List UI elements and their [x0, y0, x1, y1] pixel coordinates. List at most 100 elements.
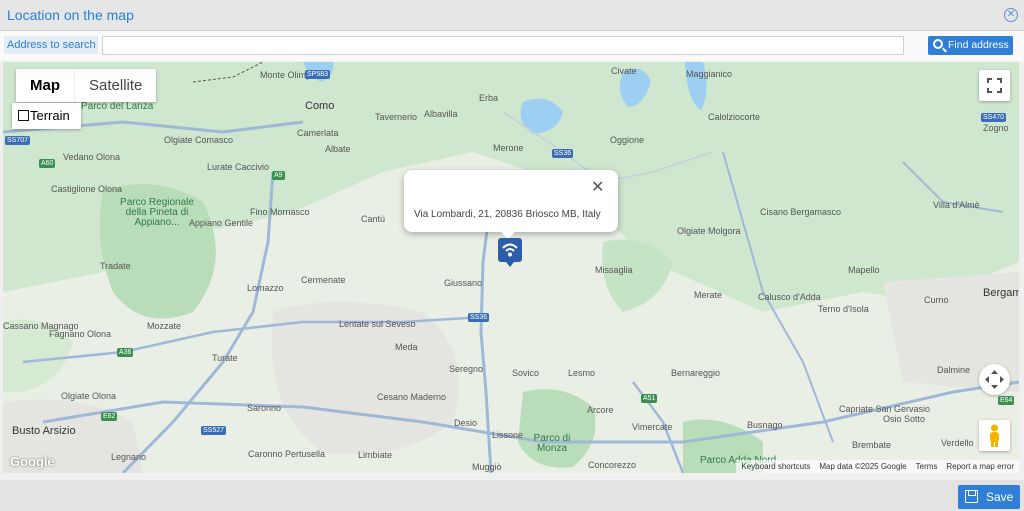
- place-label: Osio Sotto: [883, 414, 926, 424]
- find-address-button[interactable]: Find address: [928, 36, 1013, 55]
- road-shield: E62: [101, 412, 118, 421]
- place-label: Olgiate Olona: [61, 391, 117, 401]
- place-label: Muggiò: [472, 462, 502, 472]
- search-icon: [933, 39, 943, 49]
- place-label: Cermenate: [301, 275, 346, 285]
- place-label: Caronno Pertusella: [248, 449, 326, 459]
- terms-link[interactable]: Terms: [916, 460, 938, 473]
- save-label: Save: [986, 490, 1014, 504]
- address-search-input[interactable]: [102, 36, 904, 55]
- map-data-text: Map data ©2025 Google: [819, 462, 907, 471]
- wifi-marker-icon: [502, 243, 518, 257]
- place-label: Saronno: [247, 403, 282, 413]
- fullscreen-button[interactable]: [979, 70, 1010, 101]
- place-label: Lesmo: [568, 368, 596, 378]
- place-label: Vimercate: [632, 422, 673, 432]
- place-label: Cesano Maderno: [377, 392, 447, 402]
- dialog-title: Location on the map: [7, 7, 134, 23]
- place-label: Tavernerio: [375, 112, 418, 122]
- place-label: Maggianico: [686, 69, 733, 79]
- place-label: Brembate: [852, 440, 892, 450]
- place-label: Calusco d'Adda: [758, 292, 821, 302]
- place-label: Mapello: [848, 265, 880, 275]
- place-label: Arcore: [587, 405, 614, 415]
- place-label: Missaglia: [595, 265, 633, 275]
- map-canvas[interactable]: Como Erba Civate Maggianico Albavilla Ta…: [3, 62, 1019, 473]
- place-label: Fino Mornasco: [250, 207, 310, 217]
- dialog-titlebar: Location on the map ✕: [0, 0, 1024, 31]
- place-label: Fagnano Olona: [49, 329, 112, 339]
- place-label: Como: [305, 100, 335, 112]
- place-label: Zogno: [983, 123, 1009, 133]
- terrain-checkbox[interactable]: Terrain: [12, 103, 81, 129]
- location-marker[interactable]: [498, 238, 522, 267]
- save-button[interactable]: Save: [958, 485, 1020, 509]
- place-label: Merate: [694, 290, 723, 300]
- road-shield: SS36: [552, 149, 574, 158]
- terrain-label: Terrain: [30, 108, 70, 123]
- location-dialog: Location on the map ✕ Address to search …: [0, 0, 1024, 511]
- road-shield: SS527: [201, 426, 227, 435]
- road-shield: A51: [641, 394, 658, 403]
- place-label: Albavilla: [424, 109, 458, 119]
- park-label: Parco Regionale della Pineta di Appiano.…: [120, 197, 194, 228]
- place-label: Giussano: [444, 278, 483, 288]
- place-label: Lentate sul Seveso: [339, 319, 416, 329]
- place-label: Busto Arsizio: [12, 425, 76, 437]
- place-label: Olgiate Molgora: [677, 226, 741, 236]
- place-label: Verdello: [941, 438, 974, 448]
- info-window: ✕ Via Lombardi, 21, 20836 Briosco MB, It…: [404, 170, 618, 239]
- google-logo: Google: [10, 454, 55, 469]
- place-label: Erba: [479, 93, 499, 103]
- park-label: Parco di Monza: [533, 433, 571, 454]
- info-window-address: Via Lombardi, 21, 20836 Briosco MB, Ital…: [414, 209, 601, 220]
- keyboard-shortcuts-link[interactable]: Keyboard shortcuts: [741, 460, 810, 473]
- floppy-disk-icon: [965, 490, 978, 503]
- road-shield: A9: [272, 171, 285, 180]
- dialog-footer: [0, 480, 1024, 511]
- place-label: Bergamo: [983, 287, 1019, 299]
- place-label: Bernareggio: [671, 368, 721, 378]
- place-label: Cisano Bergamasco: [760, 207, 842, 217]
- place-label: Desio: [454, 418, 478, 428]
- place-label: Castiglione Olona: [51, 184, 123, 194]
- place-label: Busnago: [747, 420, 783, 430]
- place-label: Lurate Caccivio: [207, 162, 270, 172]
- search-label: Address to search: [4, 36, 98, 54]
- road-shield: SS707: [5, 136, 31, 145]
- road-shield: A60: [39, 159, 56, 168]
- place-label: Capriate San Gervasio: [839, 404, 931, 414]
- find-address-label: Find address: [948, 39, 1009, 51]
- report-error-link[interactable]: Report a map error: [946, 460, 1014, 473]
- park-label: Parco del Lanza: [81, 101, 154, 112]
- place-label: Terno d'Isola: [818, 304, 869, 314]
- place-label: Villa d'Almè: [933, 200, 980, 210]
- place-label: Lissone: [492, 430, 524, 440]
- close-icon[interactable]: ✕: [1004, 8, 1018, 22]
- place-label: Cantù: [361, 214, 386, 224]
- place-label: Sovico: [512, 368, 540, 378]
- map-attribution: Keyboard shortcuts Map data ©2025 Google…: [736, 460, 1019, 473]
- road-shield: SS470: [981, 113, 1007, 122]
- road-shield: SP583: [305, 70, 331, 79]
- place-label: Lomazzo: [247, 283, 284, 293]
- pegman-icon: [990, 424, 999, 447]
- place-label: Dalmine: [937, 365, 971, 375]
- place-label: Tradate: [100, 261, 131, 271]
- map-type-map-button[interactable]: Map: [16, 69, 75, 102]
- place-label: Meda: [395, 342, 418, 352]
- place-label: Mozzate: [147, 321, 182, 331]
- road-shield: A36: [117, 348, 134, 357]
- map-type-satellite-button[interactable]: Satellite: [75, 69, 156, 102]
- place-label: Calolziocorte: [708, 112, 761, 122]
- camera-control-button[interactable]: [979, 364, 1010, 395]
- close-icon[interactable]: ✕: [591, 180, 604, 196]
- street-view-pegman-button[interactable]: [979, 420, 1010, 451]
- place-label: Limbiate: [358, 450, 393, 460]
- place-label: Albate: [325, 144, 351, 154]
- place-label: Oggione: [610, 135, 645, 145]
- checkbox-icon: [18, 110, 29, 121]
- place-label: Olgiate Comasco: [164, 135, 234, 145]
- park-area-monza: [518, 389, 596, 468]
- place-label: Camerlata: [297, 128, 339, 138]
